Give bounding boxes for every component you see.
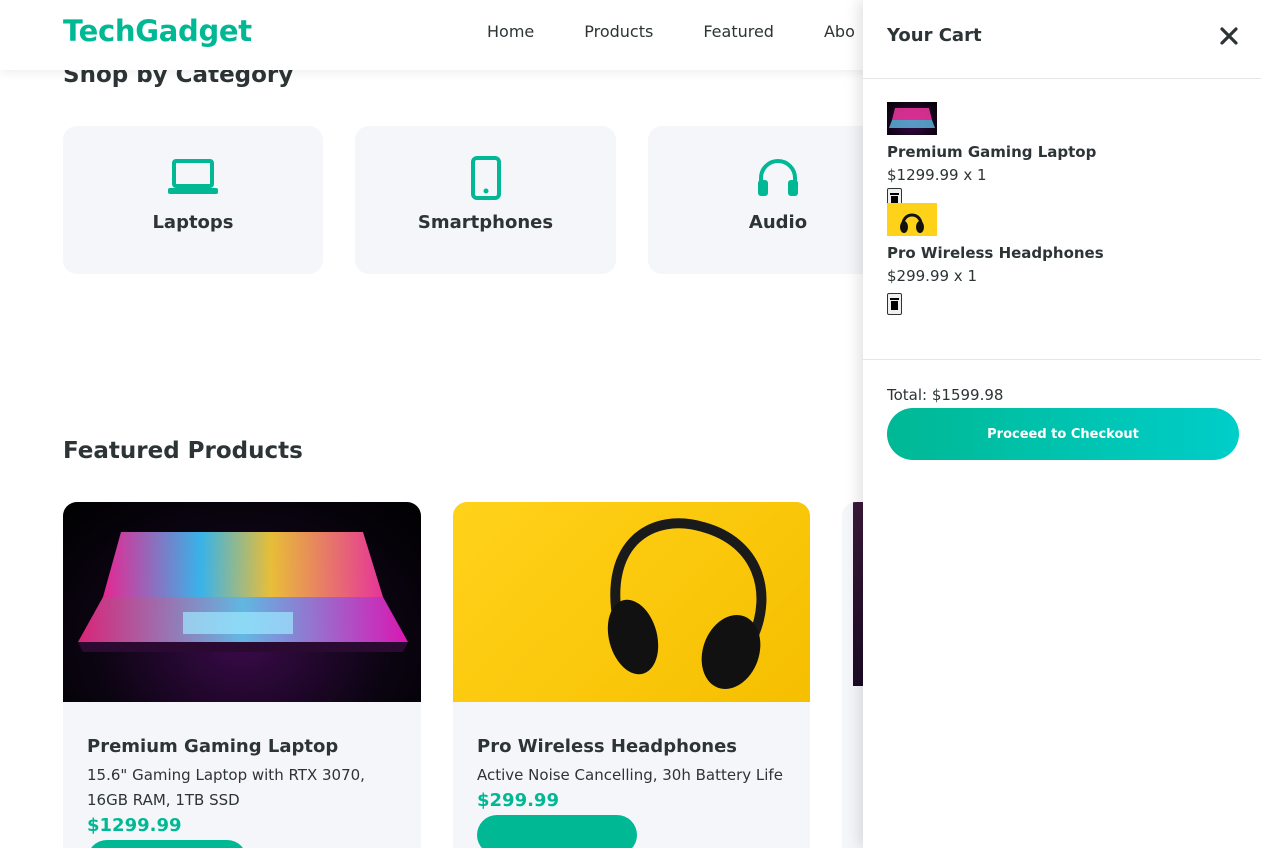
smartphone-icon [460, 156, 512, 200]
headphones-icon [752, 156, 804, 200]
cart-total: Total: $1599.98 [887, 386, 1004, 404]
cart-item-price-qty: $299.99 x 1 [887, 267, 977, 285]
cart-item: Pro Wireless Headphones $299.99 x 1 [887, 203, 1237, 315]
product-card-laptop: Premium Gaming Laptop 15.6" Gaming Lapto… [63, 502, 421, 848]
product-price: $299.99 [477, 790, 559, 811]
product-description: 15.6" Gaming Laptop with RTX 3070, 16GB … [87, 766, 365, 809]
add-to-cart-button[interactable] [87, 840, 247, 848]
add-to-cart-button[interactable] [477, 815, 637, 848]
checkout-button[interactable]: Proceed to Checkout [887, 408, 1239, 460]
cart-items-list: Premium Gaming Laptop $1299.99 x 1 Pro W… [863, 79, 1261, 360]
category-label: Laptops [152, 212, 234, 233]
cart-title: Your Cart [887, 25, 982, 46]
category-label: Smartphones [417, 212, 554, 233]
product-image-headphones[interactable] [453, 502, 810, 702]
category-label: Audio [748, 212, 808, 233]
product-image-laptop[interactable] [63, 502, 421, 702]
nav-products-link[interactable]: Products [584, 22, 653, 41]
nav-home-link[interactable]: Home [487, 22, 534, 41]
product-price: $1299.99 [87, 815, 182, 836]
nav-featured-link[interactable]: Featured [703, 22, 774, 41]
featured-section-title: Featured Products [63, 438, 303, 464]
product-description: Active Noise Cancelling, 30h Battery Lif… [477, 766, 783, 784]
close-icon[interactable] [1217, 24, 1241, 48]
product-name: Premium Gaming Laptop [87, 736, 339, 757]
nav-about-link[interactable]: Abo [824, 22, 855, 41]
cart-item-thumbnail [887, 102, 937, 135]
cart-item-name: Pro Wireless Headphones [887, 244, 1104, 262]
cart-item: Premium Gaming Laptop $1299.99 x 1 [887, 102, 1237, 210]
cart-item-price-qty: $1299.99 x 1 [887, 166, 987, 184]
cart-panel: Your Cart Premium Gaming Laptop $1299.99… [863, 0, 1261, 848]
category-card-laptops[interactable]: Laptops [63, 126, 323, 274]
product-name: Pro Wireless Headphones [477, 736, 737, 757]
cart-footer: Total: $1599.98 Proceed to Checkout [863, 360, 1261, 486]
cart-item-thumbnail [887, 203, 937, 236]
product-card-headphones: Pro Wireless Headphones Active Noise Can… [453, 502, 810, 848]
category-card-smartphones[interactable]: Smartphones [355, 126, 616, 274]
main-nav: Home Products Featured Abo [487, 22, 905, 41]
laptop-icon [167, 156, 219, 200]
site-logo[interactable]: TechGadget [63, 14, 252, 48]
cart-item-name: Premium Gaming Laptop [887, 143, 1097, 161]
trash-icon[interactable] [887, 293, 902, 315]
cart-header: Your Cart [863, 0, 1261, 79]
